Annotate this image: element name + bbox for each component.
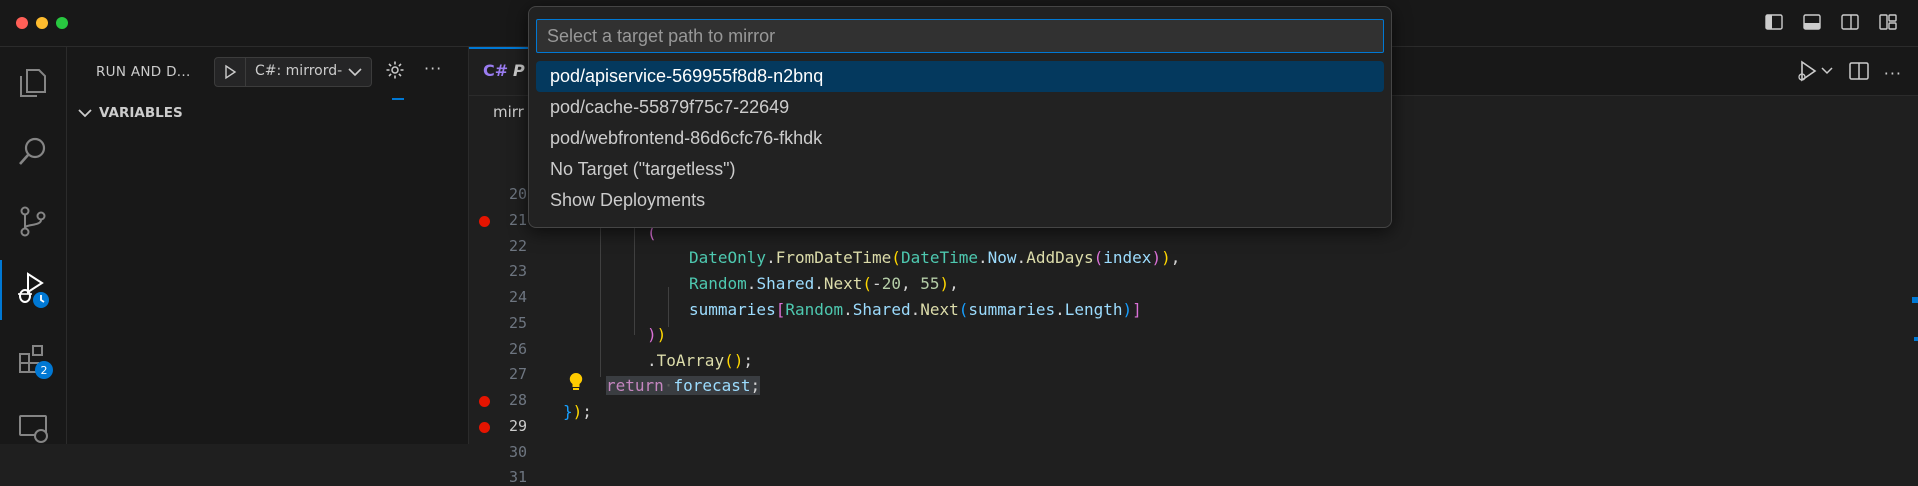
run-and-debug-icon[interactable] xyxy=(0,260,66,320)
split-editor-icon[interactable] xyxy=(1848,60,1870,86)
variables-label: VARIABLES xyxy=(99,105,183,121)
code-line-26: summaries[Random.Shared.Next(summaries.L… xyxy=(689,300,1142,319)
line-number-current: 29 xyxy=(508,417,527,435)
code-line-30: }); xyxy=(563,402,592,421)
run-debug-dropdown-icon[interactable] xyxy=(1794,59,1834,87)
close-window-button[interactable] xyxy=(16,17,28,29)
gear-icon[interactable] xyxy=(385,60,405,84)
start-debugging-button[interactable] xyxy=(215,58,246,86)
quick-pick-item[interactable]: pod/apiservice-569955f8d8-n2bnq xyxy=(536,61,1384,92)
maximize-window-button[interactable] xyxy=(56,17,68,29)
toggle-secondary-sidebar-icon[interactable] xyxy=(1840,12,1860,32)
code-line-29: return·forecast; xyxy=(606,376,761,395)
extensions-icon[interactable]: 2 xyxy=(0,329,66,389)
code-line-25: Random.Shared.Next(-20, 55), xyxy=(689,274,959,293)
tab-filename: P xyxy=(513,61,525,80)
lightbulb-icon[interactable] xyxy=(567,372,585,396)
sidebar-title: RUN AND D... xyxy=(96,64,191,80)
play-icon xyxy=(225,64,237,80)
activity-bar: 2 xyxy=(0,47,67,444)
breakpoint-marker[interactable] xyxy=(479,396,490,407)
line-number: 27 xyxy=(508,365,527,383)
layout-controls xyxy=(1764,12,1898,32)
chevron-down-icon[interactable] xyxy=(347,64,363,84)
line-number: 30 xyxy=(508,443,527,461)
line-number: 28 xyxy=(508,391,527,409)
line-number: 31 xyxy=(508,468,527,486)
extensions-badge: 2 xyxy=(35,361,53,379)
indent-guide xyxy=(668,287,669,327)
scrollbar-marker xyxy=(1912,297,1918,303)
breakpoint-marker[interactable] xyxy=(479,422,490,433)
quick-pick-item[interactable]: Show Deployments xyxy=(536,185,1384,216)
more-actions-icon[interactable]: ··· xyxy=(424,59,442,78)
line-number: 25 xyxy=(508,314,527,332)
explorer-icon[interactable] xyxy=(0,53,66,113)
minimize-window-button[interactable] xyxy=(36,17,48,29)
search-icon[interactable] xyxy=(0,122,66,182)
toggle-primary-sidebar-icon[interactable] xyxy=(1764,12,1784,32)
quick-pick-item[interactable]: No Target ("targetless") xyxy=(536,154,1384,185)
line-number: 26 xyxy=(508,340,527,358)
toggle-panel-icon[interactable] xyxy=(1802,12,1822,32)
quick-pick-input[interactable] xyxy=(536,19,1384,53)
source-control-icon[interactable] xyxy=(0,191,66,251)
launch-config-selector[interactable]: C#: mirrord- xyxy=(214,57,372,87)
quick-pick: pod/apiservice-569955f8d8-n2bnq pod/cach… xyxy=(528,6,1392,228)
customize-layout-icon[interactable] xyxy=(1878,12,1898,32)
code-line-28: .ToArray(); xyxy=(647,351,753,370)
code-content[interactable]: ( DateOnly.FromDateTime(DateTime.Now.Add… xyxy=(469,47,1180,421)
code-line-27: )) xyxy=(647,325,667,344)
run-and-debug-sidebar: RUN AND D... C#: mirrord- ··· VARIABLES xyxy=(67,47,469,444)
editor-actions: ··· xyxy=(1794,59,1902,87)
quick-pick-item[interactable]: pod/cache-55879f75c7-22649 xyxy=(536,92,1384,123)
more-actions-icon[interactable]: ··· xyxy=(1884,64,1902,83)
quick-pick-item[interactable]: pod/webfrontend-86d6cfc76-fkhdk xyxy=(536,123,1384,154)
code-line-24: DateOnly.FromDateTime(DateTime.Now.AddDa… xyxy=(689,248,1181,267)
quick-pick-list: pod/apiservice-569955f8d8-n2bnq pod/cach… xyxy=(536,61,1384,216)
chevron-down-icon xyxy=(78,109,92,118)
variables-section-header[interactable]: VARIABLES xyxy=(77,105,183,121)
launch-config-name[interactable]: C#: mirrord- xyxy=(255,63,347,79)
remote-explorer-icon[interactable] xyxy=(0,397,66,457)
scrollbar-marker xyxy=(1914,337,1918,341)
gear-indicator xyxy=(392,98,404,100)
